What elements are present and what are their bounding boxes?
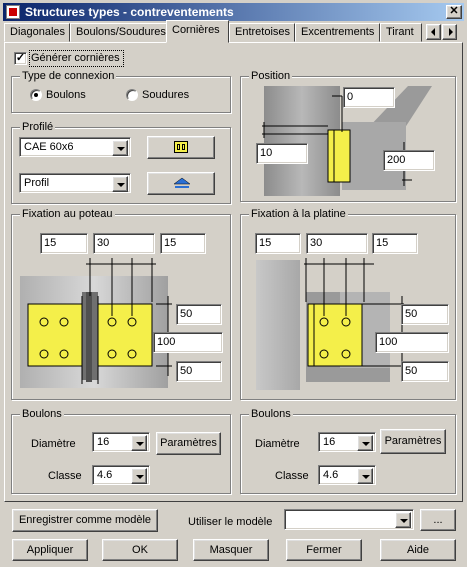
chevron-down-icon[interactable] xyxy=(112,140,128,156)
tab-tirant[interactable]: Tirant xyxy=(380,23,422,42)
arrow-left-icon xyxy=(431,28,435,36)
column-side-3[interactable]: 50 xyxy=(176,361,222,382)
connection-group-title: Type de connexion xyxy=(20,69,117,83)
welds-radio-label[interactable]: Soudures xyxy=(142,88,189,102)
model-select[interactable] xyxy=(284,509,414,530)
tab-entretoises[interactable]: Entretoises xyxy=(229,23,295,42)
profile-table-icon xyxy=(174,141,188,153)
plate-dim-3[interactable]: 15 xyxy=(372,233,418,254)
bolts-left-diameter-label: Diamètre xyxy=(31,438,76,450)
column-side-1[interactable]: 50 xyxy=(176,304,222,325)
tab-scroll-right[interactable] xyxy=(442,24,457,40)
section-browse-button[interactable] xyxy=(147,136,215,159)
bolts-right-class-label: Classe xyxy=(275,470,309,482)
connection-group: Type de connexion xyxy=(11,69,231,113)
title-bar[interactable]: Structures types - contreventements ✕ xyxy=(3,3,464,21)
bolts-radio[interactable] xyxy=(30,89,42,101)
section-select[interactable]: CAE 60x6 xyxy=(19,137,131,157)
column-fix-title: Fixation au poteau xyxy=(20,207,115,221)
browse-model-button[interactable]: ... xyxy=(420,509,456,531)
bolts-left-class-select[interactable]: 4.6 xyxy=(92,465,150,485)
bolts-right-class-select[interactable]: 4.6 xyxy=(318,465,376,485)
position-group-title: Position xyxy=(249,69,293,83)
column-dim-1[interactable]: 15 xyxy=(40,233,88,254)
tab-scroll-left[interactable] xyxy=(426,24,441,40)
position-right-input[interactable]: 200 xyxy=(383,150,435,171)
window-title: Structures types - contreventements xyxy=(25,5,234,19)
chevron-down-icon[interactable] xyxy=(357,468,373,484)
chevron-down-icon[interactable] xyxy=(357,435,373,451)
profile-type-select[interactable]: Profil xyxy=(19,173,131,193)
app-icon xyxy=(6,5,20,19)
bolts-right-diameter-label: Diamètre xyxy=(255,438,300,450)
tab-boulons-soudures[interactable]: Boulons/Soudures xyxy=(70,23,168,42)
bolts-left-class-label: Classe xyxy=(48,470,82,482)
plate-side-3[interactable]: 50 xyxy=(401,361,449,382)
close-icon: ✕ xyxy=(449,5,459,17)
save-model-button[interactable]: Enregistrer comme modèle xyxy=(12,509,158,532)
chevron-down-icon[interactable] xyxy=(131,435,147,451)
close-button[interactable]: ✕ xyxy=(446,5,462,19)
generate-checkbox-label: Générer cornières xyxy=(31,52,120,64)
help-button[interactable]: Aide xyxy=(380,539,456,561)
chevron-down-icon[interactable] xyxy=(131,468,147,484)
plate-side-1[interactable]: 50 xyxy=(401,304,449,325)
plate-side-2[interactable]: 100 xyxy=(375,332,449,353)
column-side-2[interactable]: 100 xyxy=(153,332,223,353)
tab-cornieres[interactable]: Cornières xyxy=(166,20,229,43)
plate-dim-1[interactable]: 15 xyxy=(255,233,301,254)
angle-profile-icon xyxy=(173,177,191,188)
bolts-left-title: Boulons xyxy=(20,407,64,421)
column-dim-2[interactable]: 30 xyxy=(93,233,155,254)
bolts-left-params-button[interactable]: Paramètres xyxy=(156,432,221,455)
generate-checkbox[interactable]: ✓ xyxy=(14,52,27,65)
bolts-right-title: Boulons xyxy=(249,407,293,421)
tab-diagonales[interactable]: Diagonales xyxy=(4,23,70,42)
use-model-label: Utiliser le modèle xyxy=(188,516,273,528)
position-left-input[interactable]: 10 xyxy=(256,143,308,164)
welds-radio[interactable] xyxy=(126,89,138,101)
apply-button[interactable]: Appliquer xyxy=(12,539,88,561)
column-dim-3[interactable]: 15 xyxy=(160,233,206,254)
position-top-input[interactable]: 0 xyxy=(343,87,395,108)
arrow-right-icon xyxy=(449,28,453,36)
bolts-radio-label[interactable]: Boulons xyxy=(46,88,86,102)
bolts-right-params-button[interactable]: Paramètres xyxy=(380,429,446,454)
hide-button[interactable]: Masquer xyxy=(193,539,269,561)
profile-orientation-button[interactable] xyxy=(147,172,215,195)
ok-button[interactable]: OK xyxy=(102,539,178,561)
plate-dim-2[interactable]: 30 xyxy=(306,233,368,254)
bolts-left-diameter-select[interactable]: 16 xyxy=(92,432,150,452)
bolts-right-diameter-select[interactable]: 16 xyxy=(318,432,376,452)
profile-group-title: Profilé xyxy=(20,120,56,134)
close-dialog-button[interactable]: Fermer xyxy=(286,539,362,561)
chevron-down-icon[interactable] xyxy=(112,176,128,192)
tab-excentrements[interactable]: Excentrements xyxy=(295,23,380,42)
chevron-down-icon[interactable] xyxy=(395,512,411,528)
plate-fix-title: Fixation à la platine xyxy=(249,207,348,221)
